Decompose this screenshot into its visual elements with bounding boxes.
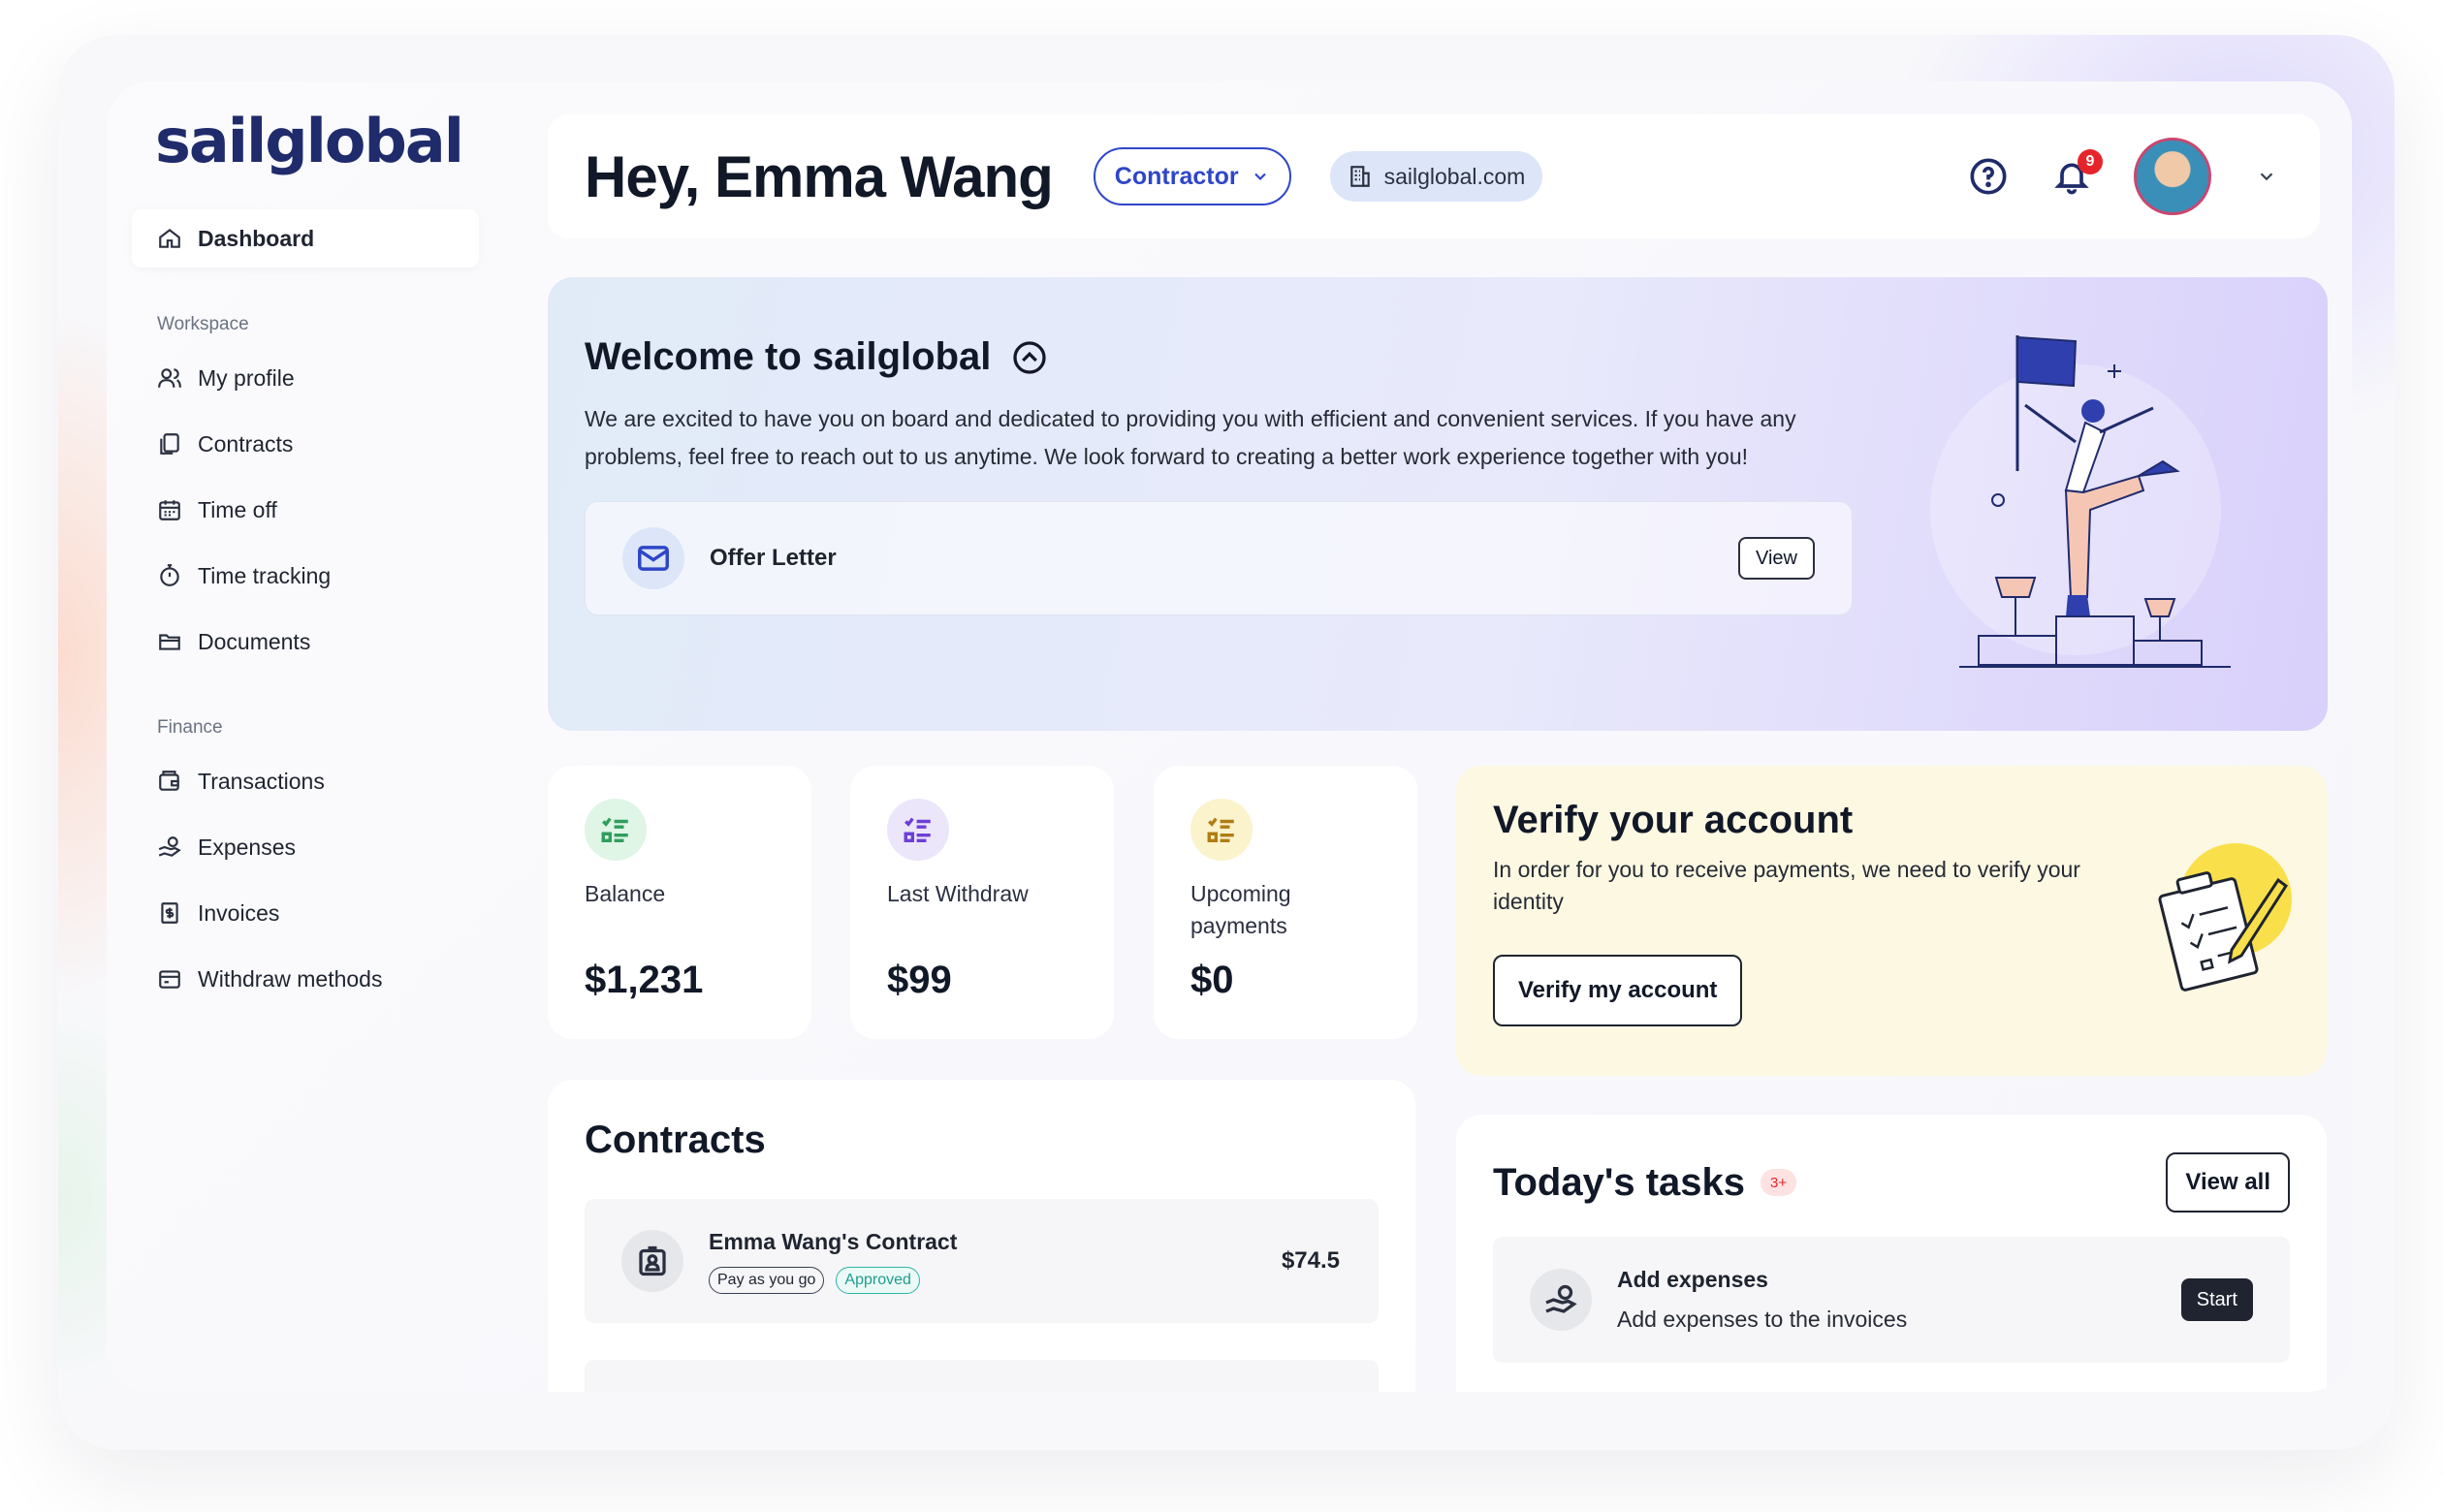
sidebar-item-label: Expenses [198,834,297,860]
collapse-chevron-icon[interactable] [1012,340,1047,375]
invoice-icon [157,900,182,926]
offer-letter-label: Offer Letter [710,545,837,571]
last-withdraw-value: $99 [887,959,952,1001]
users-icon [157,365,182,391]
document-copy-icon [157,431,182,457]
badge-id-icon [621,1230,683,1292]
view-offer-button[interactable]: View [1738,537,1815,580]
company-domain: sailglobal.com [1329,151,1543,202]
help-icon [1970,158,2007,195]
domain-label: sailglobal.com [1383,163,1526,189]
wallet-icon [157,769,182,794]
app-window: sailglobal Dashboard Workspace My profil… [107,81,2352,1392]
task-title: Add expenses [1617,1267,1768,1292]
payment-type-tag: Pay as you go [709,1266,825,1294]
sidebar-item-label: Time tracking [198,562,332,588]
welcome-title-text: Welcome to sailglobal [585,335,992,378]
header-actions: 9 [1967,114,2281,238]
sidebar-item-expenses[interactable]: Expenses [132,818,518,876]
clipboard-illustration [2158,843,2292,992]
hand-coins-icon [1530,1269,1592,1331]
sidebar-item-time-off[interactable]: Time off [132,481,518,539]
account-menu-button[interactable] [2252,155,2281,198]
top-header: Hey, Emma Wang Contractor sailglobal.com… [548,114,2320,238]
avatar[interactable] [2134,138,2211,215]
balance-card: Balance $1,231 [548,766,811,1039]
hand-coins-icon [157,835,182,860]
sidebar-item-withdraw-methods[interactable]: Withdraw methods [132,950,518,1008]
verify-title: Verify your account [1493,799,1854,841]
contract-name: Emma Wang's Contract [709,1228,958,1254]
role-label: Contractor [1114,162,1239,190]
stat-label: Last Withdraw [887,881,1029,906]
sidebar-item-label: Documents [198,628,311,654]
checklist-icon [1190,799,1253,861]
sidebar-item-contracts[interactable]: Contracts [132,415,518,473]
contracts-title: Contracts [585,1118,766,1161]
tasks-title: Today's tasks [1493,1160,1745,1204]
offer-letter-card: Offer Letter View [585,501,1853,615]
sidebar-item-label: Time off [198,496,277,522]
sidebar-item-my-profile[interactable]: My profile [132,349,518,407]
sidebar-item-time-tracking[interactable]: Time tracking [132,547,518,605]
checklist-icon [585,799,647,861]
view-all-tasks-button[interactable]: View all [2166,1152,2290,1213]
welcome-text: We are excited to have you on board and … [585,406,1796,469]
contract-tags: Pay as you go Approved [709,1266,957,1294]
card-icon [157,966,182,992]
sidebar-item-label: Transactions [198,768,325,794]
upcoming-payments-card: Upcoming payments $0 [1154,766,1417,1039]
contract-amount: $74.5 [1281,1247,1340,1274]
help-button[interactable] [1967,155,2010,198]
tasks-count-badge: 3+ [1761,1169,1797,1196]
sidebar-item-dashboard[interactable]: Dashboard [132,209,479,268]
mail-icon [622,527,684,589]
chevron-down-icon [1253,173,1266,181]
contract-row[interactable]: Emma Wang's Contract Pay as you go Appro… [585,1199,1379,1323]
folder-icon [157,629,182,654]
task-info: Add expenses Add expenses to the invoice… [1617,1267,1907,1333]
logo: sailglobal [155,106,464,176]
verify-my-account-button[interactable]: Verify my account [1493,955,1743,1026]
notifications-button[interactable]: 9 [2050,149,2103,198]
start-task-button[interactable]: Start [2180,1278,2253,1321]
home-icon [157,226,182,251]
verify-account-card: Verify your account In order for you to … [1456,766,2327,1076]
building-icon [1349,166,1370,187]
stat-label: Balance [585,881,666,906]
todays-tasks-section: Today's tasks 3+ View all Add expenses A… [1456,1115,2327,1392]
celebration-illustration [1930,335,2231,668]
stat-label: Upcoming payments [1190,881,1291,938]
sidebar-item-label: Dashboard [198,225,315,251]
sidebar-item-label: Invoices [198,899,280,926]
chevron-down-icon [2260,173,2273,181]
welcome-banner: Welcome to sailglobal We are excited to … [548,277,2328,731]
role-dropdown[interactable]: Contractor [1093,147,1291,205]
sidebar-item-label: Contracts [198,430,294,457]
sidebar-item-transactions[interactable]: Transactions [132,752,518,810]
sidebar: sailglobal Dashboard Workspace My profil… [107,81,543,1392]
last-withdraw-card: Last Withdraw $99 [850,766,1114,1039]
status-badge: Approved [836,1266,920,1294]
contracts-section: Contracts Emma Wang's Contract Pay as yo… [548,1080,1415,1392]
sidebar-section-workspace: Workspace [157,314,249,334]
tasks-header: Today's tasks 3+ View all [1493,1152,2290,1213]
task-description: Add expenses to the invoices [1617,1307,1908,1332]
calendar-icon [157,497,182,522]
sidebar-section-finance: Finance [157,717,223,738]
verify-text: In order for you to receive payments, we… [1493,857,2080,914]
notification-count-badge: 9 [2078,149,2103,174]
balance-value: $1,231 [585,959,704,1001]
task-row[interactable]: Add expenses Add expenses to the invoice… [1493,1237,2290,1363]
sidebar-item-label: My profile [198,364,295,391]
stopwatch-icon [157,563,182,588]
contract-info: Emma Wang's Contract Pay as you go Appro… [709,1229,957,1294]
sidebar-item-invoices[interactable]: Invoices [132,884,518,942]
checklist-icon [887,799,949,861]
upcoming-payments-value: $0 [1190,959,1234,1001]
sidebar-item-documents[interactable]: Documents [132,613,518,671]
page-title: Hey, Emma Wang [585,143,1054,209]
contract-row[interactable] [585,1360,1379,1392]
sidebar-item-label: Withdraw methods [198,965,383,992]
